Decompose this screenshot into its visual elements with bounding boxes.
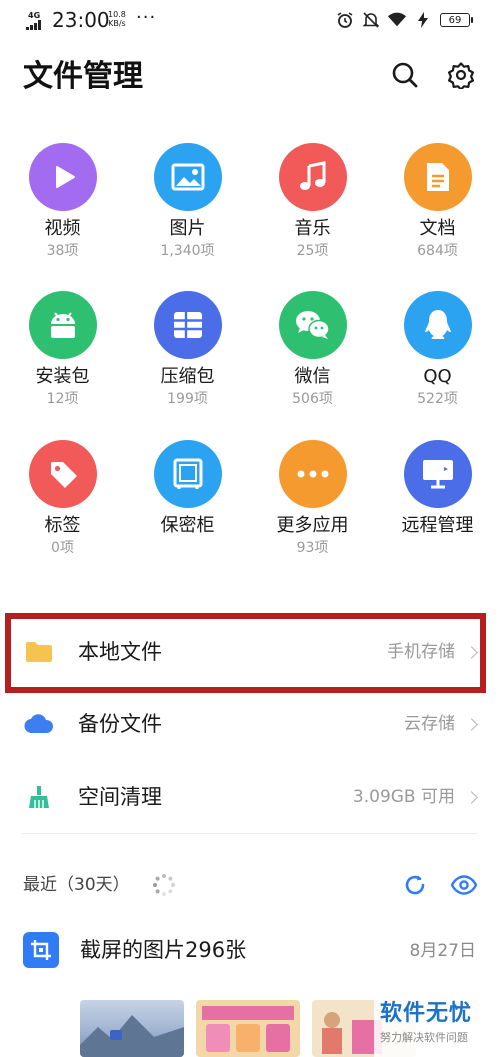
- category-label: 保密柜: [160, 515, 215, 536]
- category-count: 93项: [296, 540, 329, 556]
- music-note-icon: [278, 143, 347, 211]
- watermark: 软件无忧 努力解决软件问题: [374, 998, 500, 1057]
- category-label: 图片: [169, 218, 206, 239]
- qq-icon: [403, 291, 472, 359]
- local-files-item[interactable]: 本地文件 手机存储: [0, 617, 500, 687]
- play-icon: [28, 143, 97, 211]
- clock: 23:00: [52, 8, 110, 32]
- recent-item-title[interactable]: 截屏的图片296张: [80, 934, 246, 966]
- category-label: 音乐: [294, 218, 331, 239]
- tag-icon: [28, 440, 97, 508]
- divider: [22, 833, 478, 834]
- category-label: 标签: [44, 515, 81, 536]
- more-notifications: ···: [136, 7, 157, 28]
- monitor-icon: [403, 440, 472, 508]
- speed-value: 10.8: [108, 10, 126, 19]
- category-count: 38项: [46, 243, 79, 259]
- more-dots-icon: [278, 440, 347, 508]
- wechat-icon: [278, 291, 347, 359]
- thumbnail-image[interactable]: [80, 1000, 184, 1057]
- category-label: 文档: [419, 218, 456, 239]
- network-type: 4G: [28, 11, 41, 20]
- refresh-icon[interactable]: [402, 872, 428, 898]
- category-label: 压缩包: [160, 366, 215, 387]
- chevron-right-icon: [465, 717, 478, 731]
- charging-icon: [414, 11, 432, 29]
- thumbnail-image[interactable]: [196, 1000, 300, 1057]
- recent-section-label: 最近（30天）: [23, 875, 130, 895]
- signal-icon: [26, 20, 46, 30]
- category-count: 684项: [417, 243, 458, 259]
- search-icon: [392, 62, 418, 88]
- network-speed: 10.8 KB/s: [108, 10, 126, 28]
- category-count: 1,340项: [160, 243, 215, 259]
- list-item-detail: 3.09GB 可用: [352, 787, 455, 807]
- category-label: 视频: [44, 218, 81, 239]
- status-bar: 4G 23:00 10.8 KB/s ··· 69: [0, 0, 500, 40]
- backup-files-item[interactable]: 备份文件 云存储: [0, 689, 500, 759]
- speed-unit: KB/s: [108, 19, 126, 28]
- cloud-icon: [24, 709, 54, 739]
- category-video[interactable]: 视频 38项: [0, 140, 125, 270]
- category-count: 506项: [292, 391, 333, 407]
- category-qq[interactable]: QQ 522项: [375, 288, 500, 418]
- image-icon: [153, 143, 222, 211]
- folder-icon: [24, 637, 54, 667]
- category-images[interactable]: 图片 1,340项: [125, 140, 250, 270]
- category-apk[interactable]: 安装包 12项: [0, 288, 125, 418]
- category-more-apps[interactable]: 更多应用 93项: [250, 437, 375, 567]
- category-label: 微信: [294, 366, 331, 387]
- archive-icon: [153, 291, 222, 359]
- category-count: 25项: [296, 243, 329, 259]
- category-safe[interactable]: 保密柜: [125, 437, 250, 567]
- category-remote-management[interactable]: 远程管理: [375, 437, 500, 567]
- safe-icon: [153, 440, 222, 508]
- document-icon: [403, 143, 472, 211]
- watermark-subtitle: 努力解决软件问题: [380, 1031, 468, 1044]
- settings-button[interactable]: [444, 58, 478, 92]
- battery-indicator: 69: [440, 13, 473, 27]
- page-title: 文件管理: [23, 59, 143, 94]
- list-item-detail: 手机存储: [387, 642, 455, 662]
- category-tags[interactable]: 标签 0项: [0, 437, 125, 567]
- chevron-right-icon: [465, 645, 478, 659]
- loading-spinner-icon: [153, 874, 175, 896]
- list-item-label: 本地文件: [78, 640, 162, 664]
- category-count: 522项: [417, 391, 458, 407]
- category-documents[interactable]: 文档 684项: [375, 140, 500, 270]
- mute-bell-icon: [362, 11, 380, 29]
- category-count: 0项: [51, 540, 74, 556]
- category-music[interactable]: 音乐 25项: [250, 140, 375, 270]
- category-count: 199项: [167, 391, 208, 407]
- broom-icon: [24, 782, 54, 812]
- android-icon: [28, 291, 97, 359]
- category-label: QQ: [423, 366, 452, 387]
- list-item-label: 空间清理: [78, 785, 162, 809]
- category-archives[interactable]: 压缩包 199项: [125, 288, 250, 418]
- recent-item-date: 8月27日: [409, 941, 476, 961]
- eye-icon[interactable]: [450, 872, 478, 898]
- alarm-icon: [336, 11, 354, 29]
- category-wechat[interactable]: 微信 506项: [250, 288, 375, 418]
- watermark-title: 软件无忧: [380, 1001, 473, 1026]
- category-label: 更多应用: [276, 515, 349, 536]
- storage-cleanup-item[interactable]: 空间清理 3.09GB 可用: [0, 762, 500, 832]
- wifi-icon: [388, 11, 406, 29]
- chevron-right-icon: [465, 790, 478, 804]
- gear-icon: [448, 62, 474, 89]
- category-label: 安装包: [35, 366, 90, 387]
- category-label: 远程管理: [401, 515, 474, 536]
- search-button[interactable]: [388, 58, 422, 92]
- category-count: 12项: [46, 391, 79, 407]
- screenshot-crop-icon: [23, 932, 59, 968]
- list-item-detail: 云存储: [404, 714, 455, 734]
- list-item-label: 备份文件: [78, 712, 162, 736]
